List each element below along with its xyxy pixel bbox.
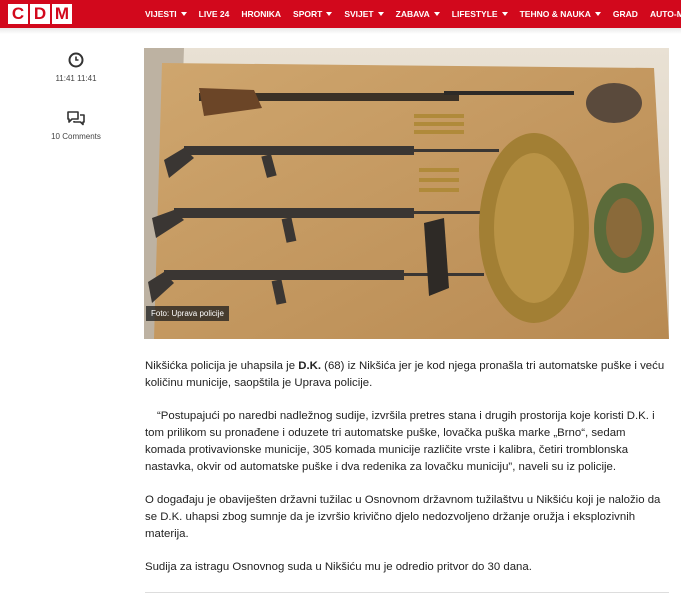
nav-item-label: SPORT	[293, 9, 323, 19]
article-paragraph: Nikšićka policija je uhapsila je D.K. (6…	[145, 358, 669, 392]
chevron-down-icon	[377, 12, 384, 16]
article-text: Nikšićka policija je uhapsila je	[145, 360, 299, 372]
comments-count[interactable]: 10 Comments	[40, 132, 112, 141]
logo-letter: C	[8, 4, 28, 24]
main-menu: VIJESTI LIVE 24 HRONIKA SPORT SVIJET ZABAVA LI…	[145, 0, 681, 28]
chevron-down-icon	[326, 12, 333, 16]
nav-item-live-24[interactable]: LIVE 24	[199, 9, 230, 19]
divider	[145, 592, 669, 593]
chevron-down-icon	[594, 12, 601, 16]
post-time-text: 11:41 11:41	[55, 74, 97, 83]
chevron-down-icon	[501, 12, 508, 16]
nav-item-label: SVIJET	[344, 9, 374, 19]
chevron-down-icon	[433, 12, 440, 16]
article-paragraph: O događaju je obaviješten državni tužila…	[145, 494, 661, 540]
header-shadow	[0, 28, 681, 34]
site-logo[interactable]: C D M	[8, 4, 72, 24]
nav-item-label: AUTO-MOTO	[649, 9, 681, 19]
nav-item-label: HRONIKA	[241, 9, 282, 19]
nav-item-hronika[interactable]: HRONIKA	[241, 9, 281, 19]
nav-item-label: LIFESTYLE	[451, 9, 498, 19]
nav-item-label: TEHNO & NAUKA	[519, 9, 591, 19]
post-comments[interactable]: 10 Comments	[40, 110, 112, 141]
logo-letter: M	[52, 4, 72, 24]
top-navigation-bar: C D M VIJESTI LIVE 24 HRONIKA SPORT SVIJET ZA…	[0, 0, 681, 28]
nav-item-vijesti[interactable]: VIJESTI	[145, 9, 187, 19]
nav-item-grad[interactable]: GRAD	[613, 9, 638, 19]
article-paragraph: “Postupajući po naredbi nadležnog sudije…	[145, 410, 655, 473]
photo-caption: Foto: Uprava policije	[146, 306, 229, 321]
nav-item-sport[interactable]: SPORT	[293, 9, 333, 19]
nav-item-auto-moto[interactable]: AUTO-MOTO	[650, 9, 681, 19]
suspect-initials: D.K.	[298, 360, 322, 372]
post-time: 11:41 11:41	[40, 52, 112, 83]
comments-icon	[67, 111, 85, 126]
nav-item-label: GRAD	[612, 9, 638, 19]
nav-item-lifestyle[interactable]: LIFESTYLE	[452, 9, 508, 19]
article-paragraph: Sudija za istragu Osnovnog suda u Nikšić…	[145, 561, 532, 573]
article-body: Nikšićka policija je uhapsila je D.K. (6…	[145, 358, 669, 592]
article-photo	[144, 48, 669, 339]
nav-item-label: ZABAVA	[395, 9, 430, 19]
nav-item-tehno-nauka[interactable]: TEHNO & NAUKA	[520, 9, 601, 19]
logo-letter: D	[30, 4, 50, 24]
nav-item-svijet[interactable]: SVIJET	[344, 9, 384, 19]
nav-item-label: VIJESTI	[145, 9, 177, 19]
nav-item-zabava[interactable]: ZABAVA	[396, 9, 440, 19]
nav-item-label: LIVE 24	[198, 9, 230, 19]
chevron-down-icon	[180, 12, 187, 16]
clock-icon	[68, 52, 84, 68]
